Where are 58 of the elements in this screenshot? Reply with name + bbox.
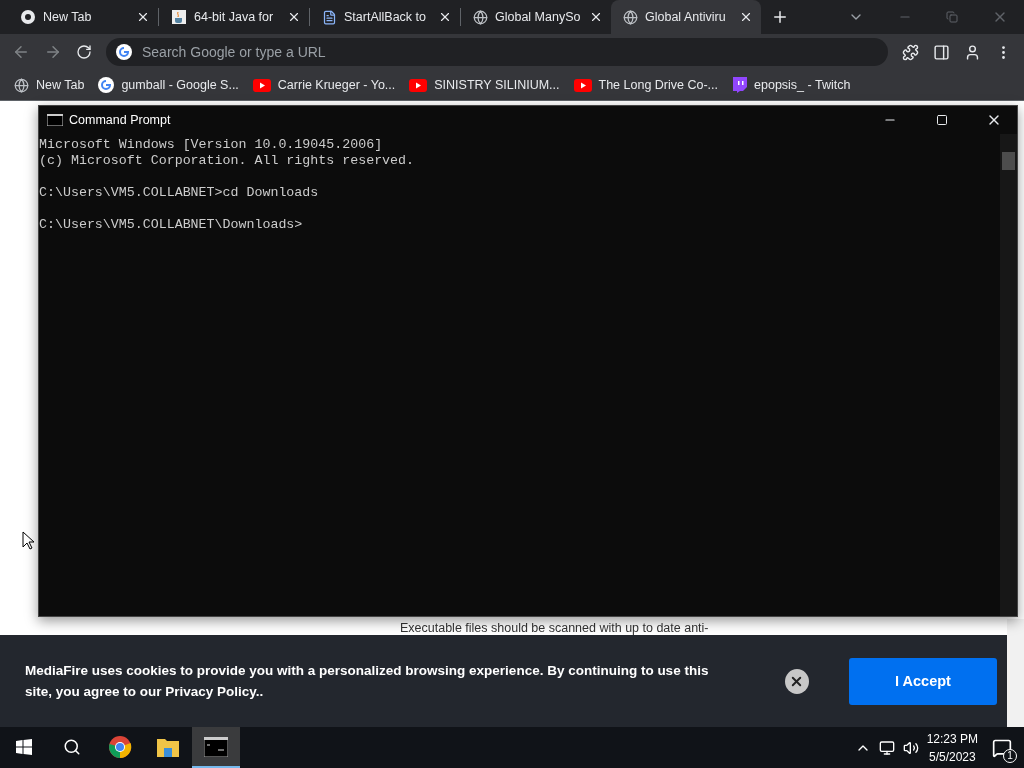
browser-tab[interactable]: Global Antiviru [611,0,761,34]
coffee-cup-icon [171,9,187,25]
cursor-icon [22,531,34,550]
side-panel-icon[interactable] [933,43,950,61]
profile-icon[interactable] [964,43,981,61]
address-bar[interactable]: Search Google or type a URL [106,38,888,66]
bookmark-link[interactable]: New Tab [36,78,85,92]
browser-tab[interactable]: 64-bit Java for [159,0,309,34]
play-icon [252,78,271,92]
console-line: (c) Microsoft Corporation. All rights reserved. [39,153,416,169]
globe-icon [14,77,29,93]
new-tab-icon[interactable] [771,8,789,26]
document-icon [322,9,337,25]
console-line: Microsoft Windows [Version 10.0.19045.2006] [39,137,384,153]
bookmark-link[interactable]: Carrie Krueger - Yo... [277,78,396,92]
play-icon [573,78,592,92]
close-icon[interactable] [589,10,603,24]
folder-icon [157,736,179,757]
page-scrollbar[interactable] [1007,619,1024,727]
globe-icon [623,9,638,25]
taskbar-app[interactable] [192,727,240,768]
bookmark-link[interactable]: epopsis_ - Twitch [754,78,851,92]
google-icon [116,44,132,60]
back-icon[interactable] [12,43,30,61]
terminal-icon [204,736,228,757]
google-icon [98,77,115,93]
forward-icon[interactable] [44,43,62,61]
console-scrollbar[interactable] [1000,134,1017,616]
close-icon[interactable] [739,10,753,24]
bookmark-link[interactable]: gumball - Google S... [121,78,239,92]
chat-bubble-icon [732,77,748,93]
terminal-icon [47,114,63,126]
browser-tab[interactable]: StartAllBack to [310,0,460,34]
bookmark-link[interactable]: SINISTRY SILINIUM... [434,78,560,92]
close-icon[interactable] [438,10,452,24]
network-icon[interactable] [878,739,895,756]
clock[interactable]: 12:23 PM 5/5/2023 [926,729,978,766]
browser-tab[interactable]: New Tab [8,0,158,34]
windows-logo-icon[interactable] [16,738,32,755]
globe-icon [473,9,488,25]
close-icon[interactable] [287,10,301,24]
extensions-icon[interactable] [902,43,919,61]
accept-button[interactable]: I Accept [848,657,997,705]
volume-icon[interactable] [902,739,919,756]
cookie-notice: MediaFire uses cookies to provide you with a personalized browsing experience. By continuing to use this site, you agree to our Privacy Policy.. [25,662,710,701]
console-line: C:\Users\VM5.COLLABNET>cd Downloads [39,185,320,201]
notification-count: 1 [1003,748,1017,763]
close-icon[interactable] [136,10,150,24]
reload-icon[interactable] [76,44,92,60]
maximize-icon[interactable] [936,114,948,126]
console-line: C:\Users\VM5.COLLABNET\Downloads> [39,217,304,233]
close-button[interactable] [784,668,809,694]
play-icon [409,78,428,92]
page-paragraph: Executable files should be scanned with up to date anti- [400,621,709,635]
bookmark-link[interactable]: The Long Drive Co-... [598,78,719,92]
window-title: Command Prompt [69,113,171,127]
browser-tab[interactable]: Global ManySo [461,0,611,34]
search-icon[interactable] [63,737,81,756]
